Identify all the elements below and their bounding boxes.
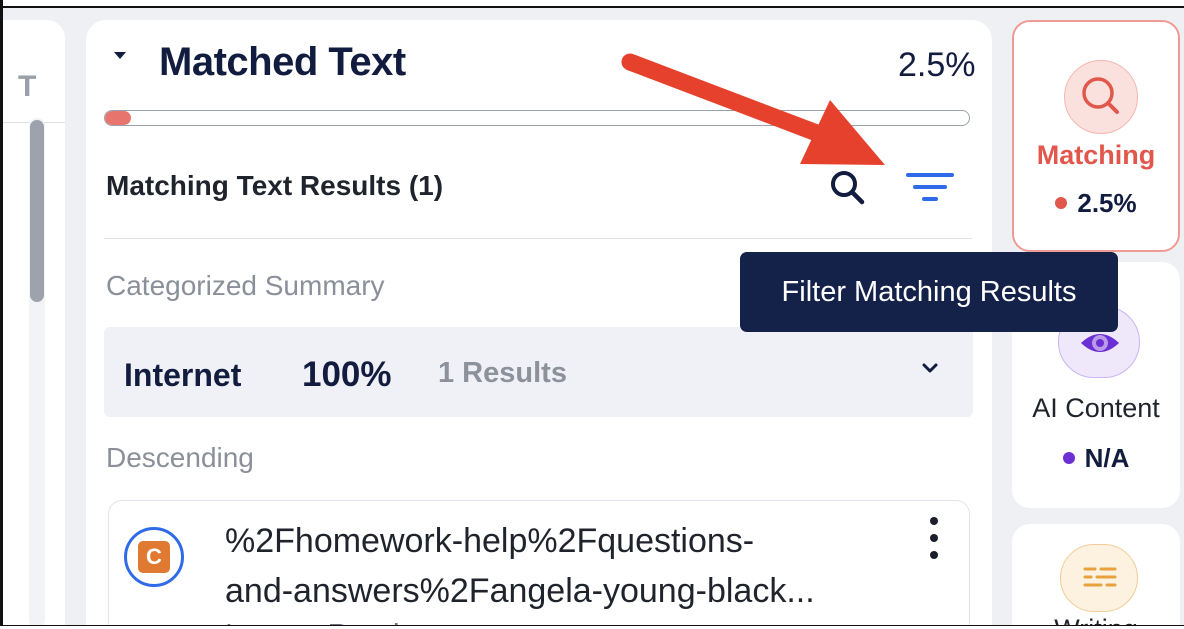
internet-category-name: Internet bbox=[124, 357, 242, 393]
frame-left-edge bbox=[0, 0, 3, 629]
source-badge: C bbox=[124, 527, 184, 587]
left-panel-partial-letter: T bbox=[18, 70, 37, 103]
matching-icon bbox=[1064, 60, 1138, 134]
frame-top-edge bbox=[0, 0, 1184, 8]
left-scrollbar-thumb[interactable] bbox=[30, 120, 44, 302]
result-title-line1[interactable]: %2Fhomework-help%2Fquestions- bbox=[225, 522, 754, 561]
filter-tooltip: Filter Matching Results bbox=[740, 252, 1118, 332]
section-divider bbox=[104, 238, 972, 239]
internet-summary-row[interactable]: Internet 100% 1 Results bbox=[104, 327, 973, 417]
matched-percent: 2.5% bbox=[898, 46, 976, 84]
more-options-icon[interactable] bbox=[924, 515, 944, 563]
matching-card-value: 2.5% bbox=[1014, 188, 1178, 219]
filter-icon bbox=[906, 173, 954, 201]
matching-results-heading: Matching Text Results (1) bbox=[106, 170, 444, 201]
internet-results-count: 1 Results bbox=[438, 357, 567, 389]
ai-content-value: N/A bbox=[1014, 443, 1178, 474]
internet-category-percent: 100% bbox=[302, 355, 392, 394]
text-lines-icon bbox=[1083, 567, 1117, 587]
search-icon bbox=[831, 171, 865, 205]
ai-content-label: AI Content bbox=[1032, 393, 1160, 423]
result-title-line2[interactable]: and-answers%2Fangela-young-black... bbox=[225, 572, 815, 611]
search-results-button[interactable] bbox=[820, 160, 874, 214]
match-progress-bar bbox=[104, 110, 970, 126]
categorized-summary-label: Categorized Summary bbox=[106, 270, 385, 301]
match-progress-fill bbox=[105, 111, 131, 125]
status-dot bbox=[1062, 452, 1075, 465]
magnifier-icon bbox=[1082, 77, 1119, 114]
chevron-down-icon[interactable] bbox=[916, 359, 944, 379]
filter-results-button[interactable] bbox=[900, 160, 960, 214]
matching-card-label: Matching bbox=[1036, 140, 1156, 170]
frame-bottom-edge bbox=[0, 625, 1184, 629]
writing-icon bbox=[1060, 544, 1138, 612]
source-badge-letter: C bbox=[138, 541, 170, 573]
sort-order-label: Descending bbox=[106, 442, 254, 473]
app-viewport: T Matched Text 2.5% Matching Text Result… bbox=[0, 0, 1184, 629]
status-dot bbox=[1055, 197, 1068, 210]
collapse-caret-icon[interactable] bbox=[114, 52, 126, 59]
panel-title: Matched Text bbox=[159, 40, 406, 84]
